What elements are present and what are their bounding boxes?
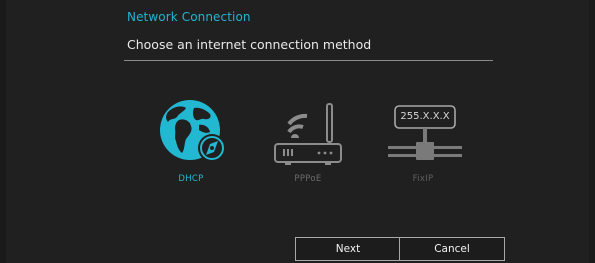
fixip-icon-text: 255.X.X.X xyxy=(400,111,450,122)
globe-icon xyxy=(146,96,236,170)
option-pppoe[interactable]: PPPoE xyxy=(263,96,353,196)
option-label-pppoe: PPPoE xyxy=(294,174,322,184)
option-label-fixip: FixIP xyxy=(412,174,434,184)
option-label-dhcp: DHCP xyxy=(178,174,204,184)
next-button[interactable]: Next xyxy=(295,237,401,261)
setup-wizard-frame: Network Connection Choose an internet co… xyxy=(0,0,595,263)
dialog-subtitle: Choose an internet connection method xyxy=(127,37,372,52)
cancel-button[interactable]: Cancel xyxy=(399,237,505,261)
router-icon xyxy=(263,96,353,170)
option-dhcp[interactable]: DHCP xyxy=(146,96,236,196)
fixed-ip-icon: 255.X.X.X xyxy=(378,96,468,170)
dialog-title: Network Connection xyxy=(127,10,251,24)
option-fixip[interactable]: 255.X.X.X FixIP xyxy=(378,96,468,196)
title-divider xyxy=(124,60,493,61)
